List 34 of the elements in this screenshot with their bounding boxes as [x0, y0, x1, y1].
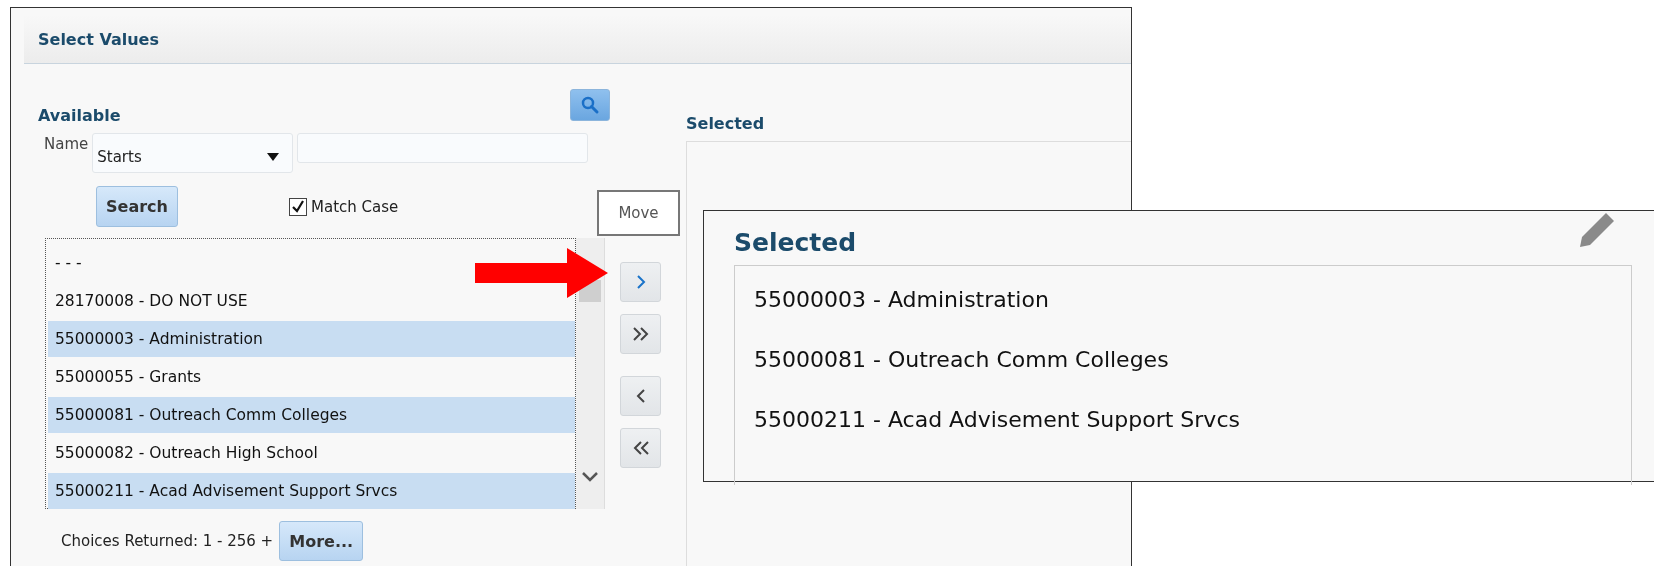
scrollbar[interactable]	[576, 238, 605, 509]
section-label: Selected	[686, 114, 766, 133]
dialog-title: Select Values	[38, 29, 159, 49]
callout-title: Selected	[734, 228, 857, 257]
search-button[interactable]: Search	[96, 186, 178, 227]
remove-all-button[interactable]	[620, 428, 661, 468]
selected-item: 55000081 - Outreach Comm Colleges	[754, 346, 1170, 374]
chevron-left-icon	[634, 388, 647, 404]
list-item[interactable]: 55000003 - Administration	[48, 321, 575, 357]
scroll-down-icon[interactable]	[581, 471, 599, 483]
list-item[interactable]: 28170008 - DO NOT USE	[48, 283, 575, 319]
move-button[interactable]	[620, 262, 661, 302]
field-label: Name	[44, 135, 89, 153]
tooltip: Move	[597, 190, 680, 236]
chevron-right-icon	[634, 274, 647, 290]
list-item[interactable]: 55000055 - Grants	[48, 359, 575, 395]
move-all-button[interactable]	[620, 314, 661, 354]
search-icon-button[interactable]	[570, 89, 610, 121]
match-case-checkbox[interactable]: Match Case	[289, 197, 399, 216]
list-item[interactable]: 55000211 - Acad Advisement Support Srvcs	[48, 473, 575, 509]
double-chevron-left-icon	[631, 440, 650, 456]
operator-dropdown[interactable]: Starts	[92, 133, 294, 173]
list-item[interactable]: 55000082 - Outreach High School	[48, 435, 575, 471]
choices-count: Choices Returned: 1 - 256 +	[61, 532, 274, 550]
dropdown-arrow-icon	[266, 152, 281, 162]
section-label: Available	[38, 106, 121, 125]
search-icon	[580, 95, 600, 115]
list-item[interactable]: 55000081 - Outreach Comm Colleges	[48, 397, 575, 433]
more-button[interactable]: More...	[279, 521, 364, 561]
remove-button[interactable]	[620, 376, 661, 416]
double-chevron-right-icon	[631, 326, 650, 342]
selected-item: 55000003 - Administration	[754, 286, 1050, 314]
checkmark-icon	[290, 198, 306, 215]
selected-item: 55000211 - Acad Advisement Support Srvcs	[754, 406, 1241, 434]
